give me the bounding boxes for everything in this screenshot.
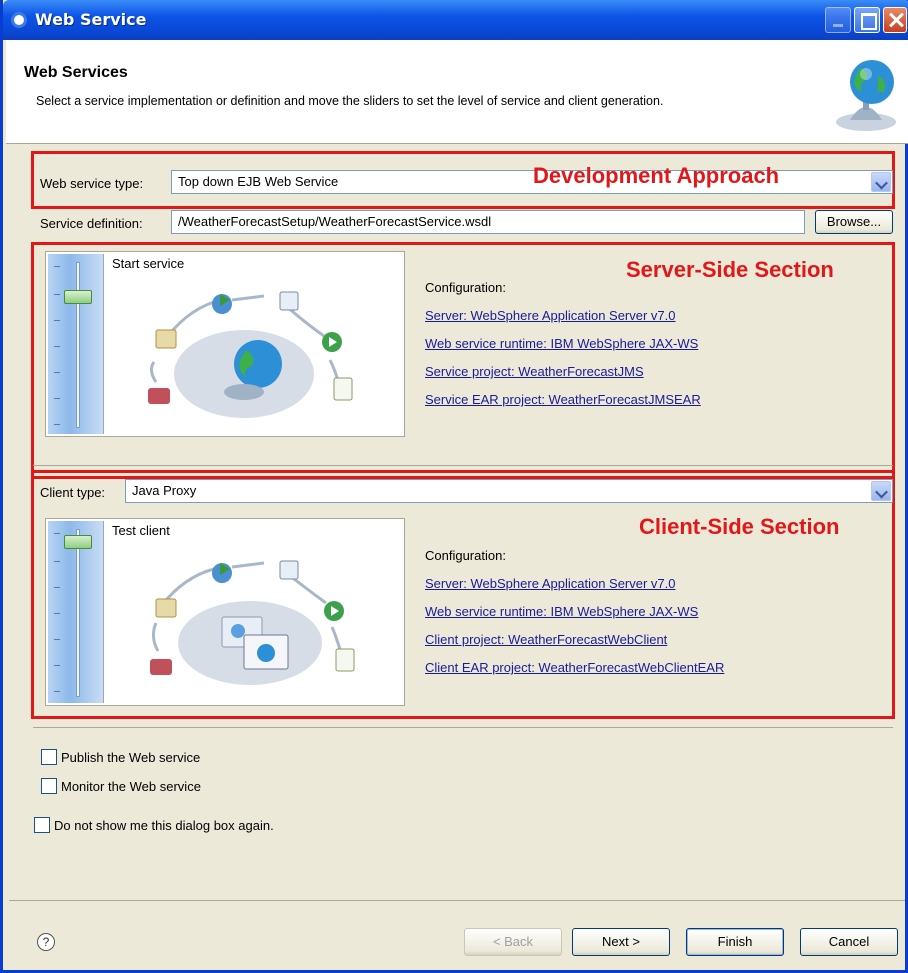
cancel-button[interactable]: Cancel <box>800 928 898 956</box>
browse-button[interactable]: Browse... <box>815 210 893 234</box>
minimize-button <box>825 7 851 33</box>
service-type-dropdown[interactable]: Top down EJB Web Service <box>171 170 893 194</box>
footer-divider <box>9 900 905 901</box>
server-side-annotation: Server-Side Section <box>626 257 834 282</box>
client-illustration: Test client <box>104 519 404 705</box>
client-configuration-label: Configuration: <box>425 548 506 563</box>
client-slider-title: Test client <box>112 523 170 538</box>
server-slider-thumb[interactable] <box>64 290 92 304</box>
server-slider-rail <box>76 262 80 428</box>
server-illustration: Start service <box>104 252 404 436</box>
page-title: Web Services <box>24 64 128 81</box>
publish-label: Publish the Web service <box>61 750 201 765</box>
client-side-annotation: Client-Side Section <box>639 514 840 539</box>
globe-icon <box>836 60 896 131</box>
server-configuration-label: Configuration: <box>425 280 506 295</box>
server-slider-track[interactable] <box>48 254 104 434</box>
server-lifecycle-illustration <box>148 291 353 418</box>
page-description: Select a service implementation or defin… <box>36 94 664 108</box>
client-link-runtime[interactable]: Web service runtime: IBM WebSphere JAX-W… <box>425 604 698 619</box>
service-type-label: Web service type: <box>40 176 144 191</box>
service-definition-label: Service definition: <box>40 216 143 231</box>
client-link-server[interactable]: Server: WebSphere Application Server v7.… <box>425 576 676 591</box>
server-slider-panel: Start service <box>45 251 405 437</box>
close-button[interactable] <box>883 7 907 33</box>
client-type-dropdown[interactable]: Java Proxy <box>125 479 893 503</box>
maximize-button[interactable] <box>854 7 880 33</box>
section-divider <box>33 727 893 728</box>
client-link-ear-project[interactable]: Client EAR project: WeatherForecastWebCl… <box>425 660 724 675</box>
monitor-label: Monitor the Web service <box>61 779 201 794</box>
monitor-checkbox[interactable] <box>41 778 57 794</box>
chevron-down-icon[interactable] <box>871 481 891 501</box>
client-type-value: Java Proxy <box>132 483 197 498</box>
server-slider-title: Start service <box>112 256 185 271</box>
window-title: Web Service <box>35 10 147 29</box>
service-definition-field[interactable]: /WeatherForecastSetup/WeatherForecastSer… <box>171 210 805 234</box>
service-definition-value: /WeatherForecastSetup/WeatherForecastSer… <box>178 214 492 229</box>
client-type-label: Client type: <box>40 485 106 500</box>
dialog-window: Web Service Web Services Select a servic… <box>0 0 908 973</box>
publish-checkbox[interactable] <box>41 749 57 765</box>
client-slider-thumb[interactable] <box>64 535 92 549</box>
dont-show-checkbox[interactable] <box>34 817 50 833</box>
client-link-client-project[interactable]: Client project: WeatherForecastWebClient <box>425 632 667 647</box>
client-slider-rail <box>76 529 80 697</box>
development-approach-annotation: Development Approach <box>533 163 780 188</box>
dont-show-label: Do not show me this dialog box again. <box>54 818 274 833</box>
chevron-down-icon[interactable] <box>871 172 891 192</box>
wizard-header: Web Services Select a service implementa… <box>6 40 908 144</box>
app-icon <box>11 12 27 28</box>
client-slider-panel: Test client <box>45 518 405 706</box>
client-slider-track[interactable] <box>48 521 104 703</box>
client-lifecycle-illustration <box>150 560 355 685</box>
next-button[interactable]: Next > <box>572 928 670 956</box>
help-icon[interactable]: ? <box>37 933 55 951</box>
back-button[interactable]: < Back <box>464 928 562 956</box>
server-link-service-project[interactable]: Service project: WeatherForecastJMS <box>425 364 644 379</box>
finish-button[interactable]: Finish <box>686 928 784 956</box>
service-type-value: Top down EJB Web Service <box>178 174 339 189</box>
server-link-runtime[interactable]: Web service runtime: IBM WebSphere JAX-W… <box>425 336 698 351</box>
section-divider <box>33 465 893 466</box>
server-link-ear-project[interactable]: Service EAR project: WeatherForecastJMSE… <box>425 392 701 407</box>
title-bar[interactable]: Web Service <box>3 0 908 40</box>
server-link-server[interactable]: Server: WebSphere Application Server v7.… <box>425 308 676 323</box>
